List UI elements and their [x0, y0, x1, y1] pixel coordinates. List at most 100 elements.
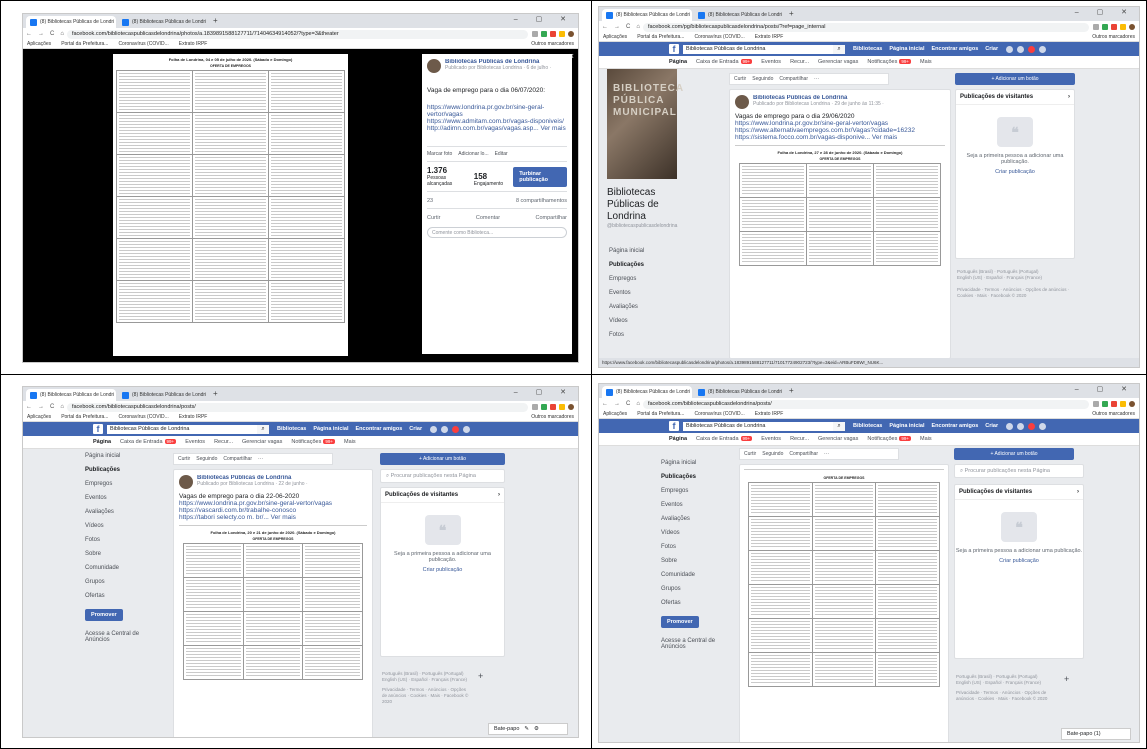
add-language-icon[interactable]: + — [1064, 674, 1069, 684]
chevron-right-icon[interactable]: › — [1068, 94, 1070, 100]
tab-events[interactable]: Eventos — [761, 59, 781, 65]
facebook-search-input[interactable]: Bibliotecas Públicas de Londrina — [683, 44, 833, 54]
notifications-icon[interactable] — [452, 425, 460, 433]
extension-icon[interactable] — [1111, 401, 1117, 407]
chevron-right-icon[interactable]: › — [1077, 489, 1079, 495]
nav-home[interactable]: Página inicial — [607, 244, 677, 258]
page-profile-picture[interactable]: BIBLIOTECA PÚBLICA MUNICIPAL — [607, 69, 683, 179]
window-controls[interactable]: – ▢ ✕ — [514, 388, 574, 396]
bookmark-extrato[interactable]: Extrato IRPF — [179, 41, 208, 47]
forward-icon[interactable]: → — [611, 24, 623, 30]
nav-create[interactable]: Criar — [985, 423, 998, 429]
reactions-count[interactable]: 23 — [427, 198, 433, 204]
tab-manage-jobs[interactable]: Gerenciar vagas — [818, 436, 858, 442]
following-button[interactable]: Seguindo — [752, 76, 773, 82]
nav-home[interactable]: Página inicial — [83, 449, 153, 463]
footer-links[interactable]: Privacidade · Termos · Anúncios · Opções… — [956, 690, 1051, 702]
extension-icon[interactable] — [1111, 24, 1117, 30]
browser-tab[interactable]: (8) Bibliotecas Públicas de Londri× — [118, 389, 208, 401]
ads-center-link[interactable]: Acesse a Central de Anúncios — [83, 627, 153, 647]
close-icon[interactable]: × — [206, 19, 208, 25]
like-page-button[interactable]: Curtir — [744, 451, 756, 457]
bookmark-portal[interactable]: Portal da Prefeitura... — [61, 41, 108, 47]
nav-posts[interactable]: Publicações — [607, 258, 677, 272]
help-icon[interactable] — [1039, 422, 1047, 430]
post-link[interactable]: http://adimn.com.br/vagas/vagas.asp... V… — [427, 125, 567, 132]
home-icon[interactable]: ⌂ — [57, 404, 67, 410]
post-link[interactable]: https://tabori selecty.co m. br/... Ver … — [179, 514, 367, 521]
friends-icon[interactable] — [1006, 422, 1014, 430]
bookmark-coronavirus[interactable]: Coronavírus (COVID... — [118, 414, 168, 420]
extension-icon[interactable] — [1120, 24, 1126, 30]
bookmark-extrato[interactable]: Extrato IRPF — [179, 414, 208, 420]
nav-jobs[interactable]: Empregos — [607, 272, 677, 286]
home-icon[interactable]: ⌂ — [633, 24, 643, 30]
browser-tab-active[interactable]: (8) Bibliotecas Públicas de Londri× — [26, 389, 116, 401]
tab-resources[interactable]: Recur... — [790, 436, 809, 442]
nav-groups[interactable]: Grupos — [659, 582, 729, 596]
ads-center-link[interactable]: Acesse a Central de Anúncios — [659, 634, 729, 654]
tab-more[interactable]: Mais — [920, 436, 932, 442]
footer-links[interactable]: Privacidade · Termos · Anúncios · Opções… — [382, 687, 472, 705]
more-icon[interactable]: ··· — [824, 451, 829, 457]
bookmark-portal[interactable]: Portal da Prefeitura... — [61, 414, 108, 420]
post-link[interactable]: https://www.admitam.com.br/vagas-disponi… — [427, 118, 567, 125]
profile-avatar[interactable] — [568, 31, 574, 37]
nav-find-friends[interactable]: Encontrar amigos — [932, 46, 979, 52]
nav-jobs[interactable]: Empregos — [83, 477, 153, 491]
new-tab-button[interactable]: + — [213, 389, 218, 398]
bookmark-coronavirus[interactable]: Coronavírus (COVID... — [118, 41, 168, 47]
nav-reviews[interactable]: Avaliações — [607, 300, 677, 314]
nav-photos[interactable]: Fotos — [83, 533, 153, 547]
nav-create[interactable]: Criar — [409, 426, 422, 432]
job-listing-image[interactable]: Folha de Londrina, 27 e 28 de junho de 2… — [735, 145, 945, 270]
reload-icon[interactable]: C — [623, 24, 633, 30]
facebook-search-input[interactable]: Bibliotecas Públicas de Londrina — [107, 424, 257, 434]
nav-groups[interactable]: Grupos — [83, 575, 153, 589]
job-listing-image[interactable]: Folha de Londrina, 20 e 21 de junho de 2… — [179, 525, 367, 684]
bookmark-apps[interactable]: Aplicações — [27, 414, 51, 420]
tab-page[interactable]: Página — [93, 439, 111, 445]
search-posts-input[interactable]: ⌕ Procurar publicações nesta Página — [380, 469, 505, 483]
tab-resources[interactable]: Recur... — [214, 439, 233, 445]
post-link[interactable]: https://www.alternativaempregos.com.br/V… — [735, 127, 945, 134]
share-page-button[interactable]: Compartilhar — [789, 451, 818, 457]
add-button[interactable]: + Adicionar um botão — [954, 448, 1074, 460]
nav-offers[interactable]: Ofertas — [83, 589, 153, 603]
nav-about[interactable]: Sobre — [83, 547, 153, 561]
post-link[interactable]: https://www.londrina.pr.gov.br/sine-gera… — [427, 104, 567, 111]
share-page-button[interactable]: Compartilhar — [223, 456, 252, 462]
promote-button[interactable]: Promover — [661, 616, 699, 628]
messenger-icon[interactable] — [1017, 45, 1025, 53]
new-tab-button[interactable]: + — [789, 386, 794, 395]
nav-home[interactable]: Página inicial — [889, 46, 924, 52]
search-icon[interactable]: ⌕ — [833, 44, 845, 54]
nav-posts[interactable]: Publicações — [659, 470, 729, 484]
close-icon[interactable]: × — [782, 389, 784, 395]
back-icon[interactable]: ← — [23, 31, 35, 37]
back-icon[interactable]: ← — [599, 24, 611, 30]
tab-inbox[interactable]: Caixa de Entrada 99+ — [696, 436, 753, 442]
nav-offers[interactable]: Ofertas — [659, 596, 729, 610]
nav-photos[interactable]: Fotos — [659, 540, 729, 554]
notifications-icon[interactable] — [1028, 422, 1036, 430]
nav-community[interactable]: Comunidade — [83, 561, 153, 575]
back-icon[interactable]: ← — [599, 401, 611, 407]
new-tab-button[interactable]: + — [213, 16, 218, 25]
bookmark-portal[interactable]: Portal da Prefeitura... — [637, 34, 684, 40]
tab-events[interactable]: Eventos — [185, 439, 205, 445]
nav-events[interactable]: Eventos — [83, 491, 153, 505]
page-avatar[interactable] — [427, 59, 441, 73]
extension-icon[interactable] — [541, 404, 547, 410]
profile-avatar[interactable] — [1129, 24, 1135, 30]
nav-events[interactable]: Eventos — [659, 498, 729, 512]
browser-tab-active[interactable]: (8) Bibliotecas Públicas de Londri× — [602, 9, 692, 21]
language-links[interactable]: English (US) · Español · Français (Franc… — [956, 680, 1051, 686]
tab-more[interactable]: Mais — [920, 59, 932, 65]
help-icon[interactable] — [463, 425, 471, 433]
more-icon[interactable]: ··· — [258, 456, 263, 462]
bookmark-other[interactable]: Outros marcadores — [1092, 34, 1139, 40]
nav-videos[interactable]: Vídeos — [607, 314, 677, 328]
tab-notifications[interactable]: Notificações 99+ — [867, 59, 911, 65]
forward-icon[interactable]: → — [35, 31, 47, 37]
